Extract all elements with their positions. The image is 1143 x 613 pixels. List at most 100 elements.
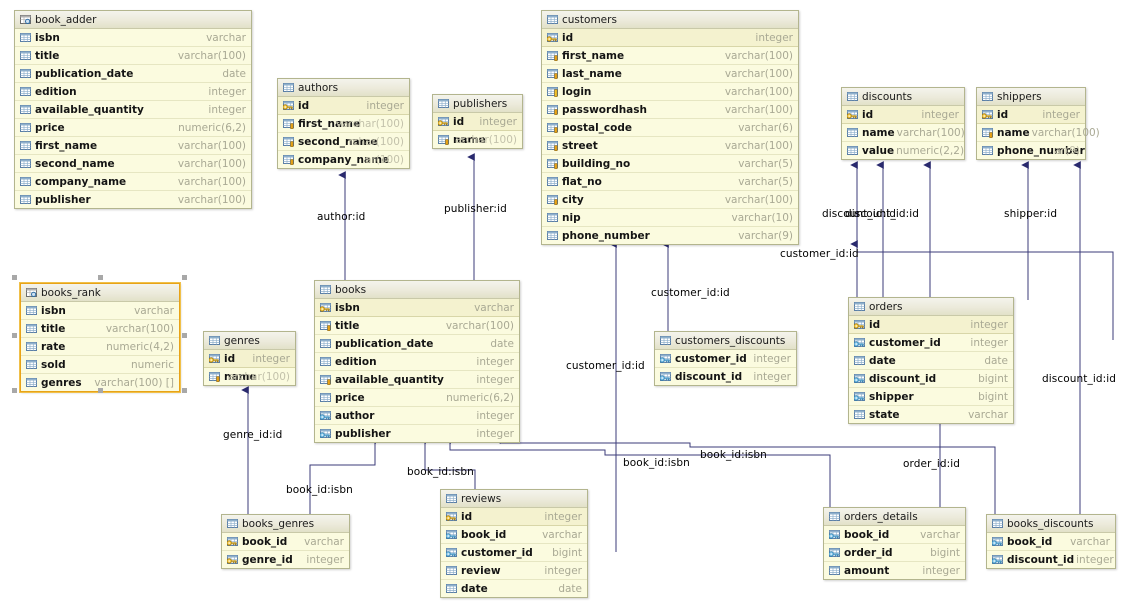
table-publishers[interactable]: publishers id integer name archar(100) [432,94,523,149]
column-row[interactable]: building_no varchar(5) [542,155,798,173]
selection-handle[interactable] [12,332,17,338]
column-row[interactable]: id integer [542,29,798,47]
column-row[interactable]: id integer [433,113,522,131]
column-row[interactable]: discount_id bigint [849,370,1013,388]
column-row[interactable]: phone_number varchar(9) [542,227,798,244]
column-row[interactable]: title varchar(100) [15,47,251,65]
table-customers_discounts[interactable]: customers_discounts customer_id integer dis… [654,331,797,386]
selection-handle[interactable] [182,332,187,338]
column-row[interactable]: flat_no varchar(5) [542,173,798,191]
table-reviews[interactable]: reviews id integer book_id varchar customer_i… [440,489,588,598]
table-customers[interactable]: customers id integer first_name varchar(100)… [541,10,799,245]
table-header-books_genres[interactable]: books_genres [222,515,349,533]
column-row[interactable]: id integer [441,508,587,526]
column-row[interactable]: first_name varchar(100) [542,47,798,65]
table-header-books[interactable]: books [315,281,519,299]
column-row[interactable]: customer_id bigint [441,544,587,562]
column-row[interactable]: id integer [977,106,1085,124]
column-row[interactable]: state varchar [849,406,1013,423]
table-discounts[interactable]: discounts id integer name varchar(100) value n… [841,87,965,160]
column-row[interactable]: available_quantity integer [315,371,519,389]
table-authors[interactable]: authors id integer first_name varchar(100) se… [277,78,410,169]
column-row[interactable]: id integer [278,97,409,115]
table-header-customers_discounts[interactable]: customers_discounts [655,332,796,350]
table-header-customers[interactable]: customers [542,11,798,29]
column-row[interactable]: book_id varchar [824,526,965,544]
column-row[interactable]: name archar(100) [204,368,295,385]
column-row[interactable]: id integer [842,106,964,124]
column-row[interactable]: price numeric(6,2) [15,119,251,137]
table-header-orders[interactable]: orders [849,298,1013,316]
column-row[interactable]: discount_id integer [987,551,1115,568]
table-header-reviews[interactable]: reviews [441,490,587,508]
column-row[interactable]: book_id varchar [222,533,349,551]
column-row[interactable]: genre_id integer [222,551,349,568]
column-row[interactable]: shipper bigint [849,388,1013,406]
column-row[interactable]: value numeric(2,2) [842,142,964,159]
table-header-discounts[interactable]: discounts [842,88,964,106]
column-row[interactable]: isbn varchar [21,302,179,320]
column-row[interactable]: edition integer [15,83,251,101]
table-books[interactable]: books isbn varchar title varchar(100) publica… [314,280,520,443]
column-row[interactable]: publication_date date [15,65,251,83]
column-row[interactable]: company_name ar(100) [278,151,409,168]
column-row[interactable]: last_name varchar(100) [542,65,798,83]
column-row[interactable]: publisher integer [315,425,519,442]
selection-handle[interactable] [98,388,103,393]
column-row[interactable]: rate numeric(4,2) [21,338,179,356]
table-header-books_discounts[interactable]: books_discounts [987,515,1115,533]
column-row[interactable]: sold numeric [21,356,179,374]
column-row[interactable]: second_name rchar(100) [278,133,409,151]
table-shippers[interactable]: shippers id integer name varchar(100) phone_n… [976,87,1100,160]
column-row[interactable]: street varchar(100) [542,137,798,155]
table-header-genres[interactable]: genres [204,332,295,350]
table-header-authors[interactable]: authors [278,79,409,97]
column-row[interactable]: review integer [441,562,587,580]
column-row[interactable]: amount integer [824,562,965,579]
selection-handle[interactable] [12,388,17,393]
er-diagram-canvas[interactable]: author:id publisher:id discount_id:id disco… [0,0,1143,613]
table-header-orders_details[interactable]: orders_details [824,508,965,526]
column-row[interactable]: name varchar(100) [977,124,1100,142]
column-row[interactable]: author integer [315,407,519,425]
column-row[interactable]: second_name varchar(100) [15,155,251,173]
table-header-shippers[interactable]: shippers [977,88,1085,106]
selection-handle[interactable] [12,275,17,280]
table-books_rank[interactable]: books_rank isbn varchar title varchar(100) ra… [20,283,180,392]
column-row[interactable]: date date [849,352,1013,370]
column-row[interactable]: id integer [849,316,1013,334]
column-row[interactable]: isbn varchar [15,29,251,47]
table-books_genres[interactable]: books_genres book_id varchar genre_id intege… [221,514,350,569]
column-row[interactable]: discount_id integer [655,368,796,385]
table-genres[interactable]: genres id integer name archar(100) [203,331,296,386]
column-row[interactable]: price numeric(6,2) [315,389,519,407]
column-row[interactable]: book_id varchar [987,533,1115,551]
column-row[interactable]: first_name varchar(100) [278,115,409,133]
column-row[interactable]: login varchar(100) [542,83,798,101]
column-row[interactable]: available_quantity integer [15,101,251,119]
table-books_discounts[interactable]: books_discounts book_id varchar discount_id… [986,514,1116,569]
column-row[interactable]: customer_id integer [849,334,1013,352]
selection-handle[interactable] [182,388,187,393]
column-row[interactable]: phone_number ar(9) [977,142,1085,159]
column-row[interactable]: isbn varchar [315,299,519,317]
table-orders[interactable]: orders id integer customer_id integer date dat… [848,297,1014,424]
column-row[interactable]: postal_code varchar(6) [542,119,798,137]
column-row[interactable]: publication_date date [315,335,519,353]
column-row[interactable]: customer_id integer [655,350,796,368]
selection-handle[interactable] [182,275,187,280]
column-row[interactable]: name archar(100) [433,131,522,148]
column-row[interactable]: id integer [204,350,295,368]
column-row[interactable]: first_name varchar(100) [15,137,251,155]
column-row[interactable]: company_name varchar(100) [15,173,251,191]
column-row[interactable]: passwordhash varchar(100) [542,101,798,119]
column-row[interactable]: title varchar(100) [315,317,519,335]
table-header-publishers[interactable]: publishers [433,95,522,113]
table-header-book_adder[interactable]: book_adder [15,11,251,29]
column-row[interactable]: edition integer [315,353,519,371]
column-row[interactable]: publisher varchar(100) [15,191,251,208]
column-row[interactable]: city varchar(100) [542,191,798,209]
column-row[interactable]: nip varchar(10) [542,209,798,227]
column-row[interactable]: book_id varchar [441,526,587,544]
column-row[interactable]: title varchar(100) [21,320,179,338]
